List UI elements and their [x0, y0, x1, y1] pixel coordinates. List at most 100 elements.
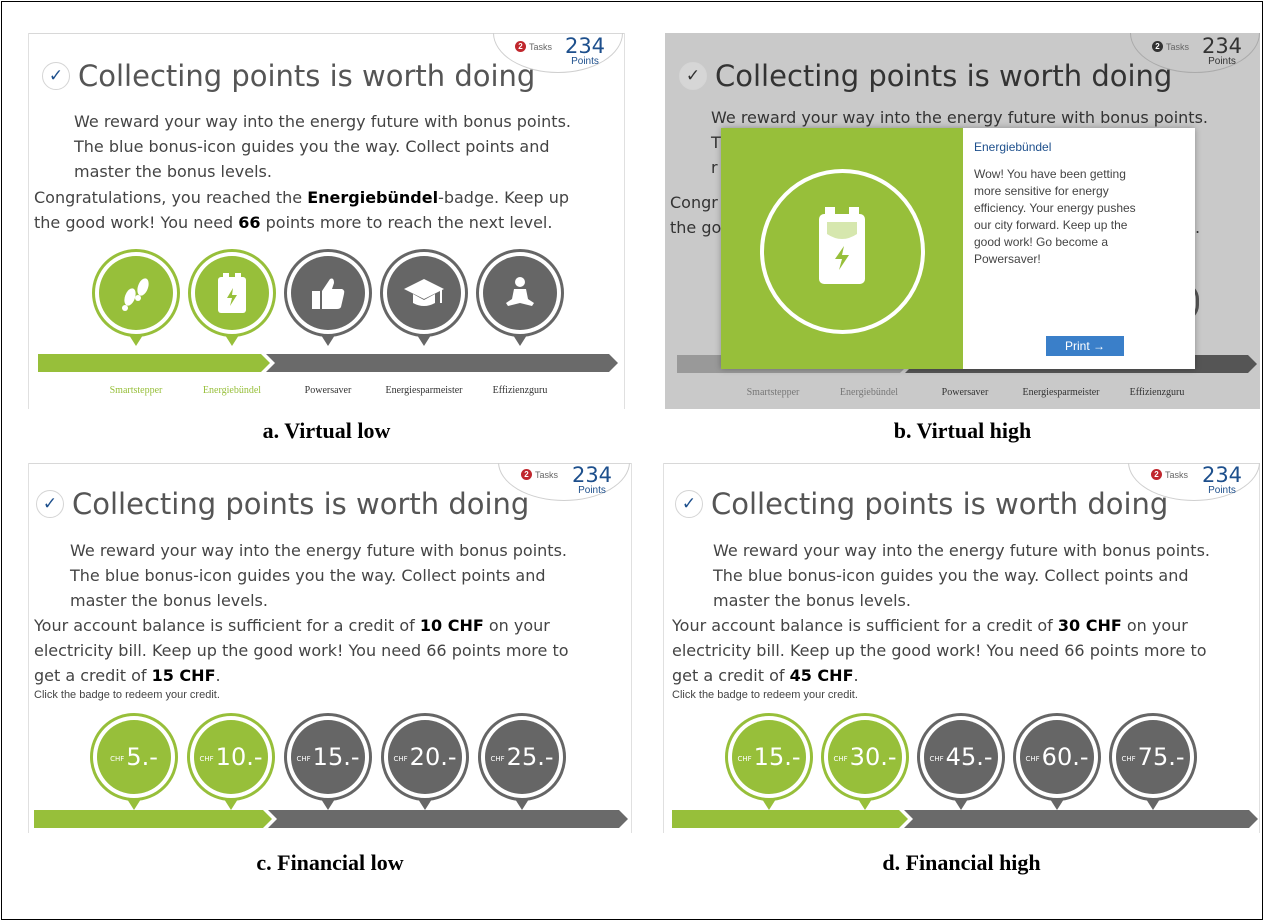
graduation-cap-icon [404, 279, 444, 306]
points-value: 234 [571, 463, 613, 487]
intro-line: master the bonus levels. [74, 162, 272, 181]
intro-line: The blue bonus-icon guides you the way. … [74, 137, 550, 156]
tasks-indicator[interactable]: 2 Tasks [1152, 41, 1189, 52]
currency-label: CHF [296, 754, 311, 763]
intro-line: We reward your way into the energy futur… [711, 108, 1208, 127]
intro-text: We reward your way into the energy futur… [70, 538, 567, 613]
level-label: Energiebündel [202, 385, 262, 396]
level-label: Energiebündel [839, 387, 899, 398]
page-title-text: Collecting points is worth doing [711, 487, 1169, 521]
modal-text: Wow! You have been getting more sensitiv… [974, 167, 1136, 266]
level-label: Effizienzguru [1129, 387, 1185, 398]
tasks-indicator[interactable]: 2 Tasks [1151, 469, 1188, 480]
background-fragment: . [1195, 218, 1201, 237]
credit-amount: 75.- [1137, 743, 1185, 771]
currency-label: CHF [929, 754, 944, 763]
tasks-label: Tasks [1165, 469, 1189, 480]
checkmark-icon: ✓ [679, 62, 707, 90]
credit-badge[interactable]: CHF 75.- [1109, 713, 1197, 810]
modal-badge-panel [721, 128, 963, 369]
credit-amount: 25.- [506, 743, 554, 771]
currency-label: CHF [393, 754, 408, 763]
tasks-count-badge: 2 [1151, 469, 1162, 480]
print-button[interactable]: Print → [1046, 336, 1124, 356]
badge-energiebundel[interactable] [188, 249, 276, 346]
page-title: ✓ Collecting points is worth doing [42, 59, 535, 93]
panel-virtual-low: 2 Tasks 234 Points ✓ Collecting points i… [28, 33, 625, 409]
intro-text: We reward your way into the energy futur… [711, 105, 1208, 130]
credit-amount: 15.- [753, 743, 801, 771]
panel-financial-high: 2 Tasks 234 Points ✓ Collecting points i… [663, 463, 1260, 833]
credit-current: 30 CHF [1057, 616, 1122, 635]
status-message: Your account balance is sufficient for a… [672, 613, 1207, 688]
tasks-count-badge: 2 [1152, 41, 1163, 52]
intro-line: We reward your way into the energy futur… [70, 541, 567, 560]
points-label: Points [571, 56, 599, 67]
tasks-indicator[interactable]: 2 Tasks [515, 41, 552, 52]
level-label: Energiesparmeister [385, 385, 463, 396]
level-label: Smartstepper [746, 387, 800, 398]
redeem-hint: Click the badge to redeem your credit. [34, 689, 220, 701]
credit-badge[interactable]: CHF 15.- [284, 713, 372, 810]
credit-next: 15 CHF [151, 666, 216, 685]
currency-label: CHF [199, 754, 214, 763]
credit-badge[interactable]: CHF 5.- [90, 713, 178, 810]
msg-text: on your [1121, 616, 1188, 635]
points-value: 234 [564, 34, 606, 58]
intro-line: We reward your way into the energy futur… [74, 112, 571, 131]
currency-label: CHF [490, 754, 505, 763]
thumbs-up-icon [312, 278, 345, 309]
msg-text: electricity bill. Keep up the good work!… [672, 641, 1207, 660]
badge-effizienzguru[interactable] [476, 249, 564, 346]
level-label: Smartstepper [109, 385, 163, 396]
msg-text: on your [483, 616, 550, 635]
page-title: ✓ Collecting points is worth doing [36, 487, 529, 521]
footsteps-icon [122, 278, 149, 311]
intro-line: We reward your way into the energy futur… [713, 541, 1210, 560]
badge-detail-modal: Energiebündel Wow! You have been getting… [721, 128, 1195, 369]
checkmark-icon: ✓ [675, 490, 703, 518]
credit-badge[interactable]: CHF 30.- [821, 713, 909, 810]
msg-text: Your account balance is sufficient for a… [672, 616, 1058, 635]
checkmark-icon: ✓ [36, 490, 64, 518]
msg-text: points more to reach the next level. [260, 213, 553, 232]
credit-amount: 15.- [312, 743, 360, 771]
background-fragment: the go [670, 218, 722, 237]
modal-title: Energiebündel [974, 140, 1052, 154]
badge-energiesparmeister[interactable] [380, 249, 468, 346]
caption-b: b. Virtual high [893, 418, 1032, 443]
credit-amount: 30.- [849, 743, 897, 771]
status-message: Congratulations, you reached the Energie… [34, 185, 569, 235]
msg-text: -badge. Keep up [438, 188, 570, 207]
intro-text: We reward your way into the energy futur… [74, 109, 571, 184]
progress-bar [672, 810, 1258, 828]
level-label: Energiesparmeister [1022, 387, 1100, 398]
credit-badge[interactable]: CHF 10.- [187, 713, 275, 810]
progress-bar [34, 810, 628, 828]
credit-badge[interactable]: CHF 45.- [917, 713, 1005, 810]
msg-text: Your account balance is sufficient for a… [34, 616, 420, 635]
intro-line: master the bonus levels. [70, 591, 268, 610]
caption-c: c. Financial low [256, 850, 404, 875]
page-title: ✓ Collecting points is worth doing [675, 487, 1168, 521]
tasks-count-badge: 2 [515, 41, 526, 52]
badge-name: Energiebündel [307, 188, 439, 207]
currency-label: CHF [1025, 754, 1040, 763]
msg-text: get a credit of [34, 666, 152, 685]
credit-amount: 45.- [945, 743, 993, 771]
tasks-label: Tasks [1166, 41, 1190, 52]
page-title-text: Collecting points is worth doing [72, 487, 530, 521]
badge-smartstepper[interactable] [92, 249, 180, 346]
progress-bar [38, 354, 618, 372]
credit-badge[interactable]: CHF 15.- [725, 713, 813, 810]
credit-badge[interactable]: CHF 25.- [478, 713, 566, 810]
points-needed: 66 [238, 213, 261, 232]
caption-d: d. Financial high [882, 850, 1041, 875]
tasks-indicator[interactable]: 2 Tasks [521, 469, 558, 480]
background-fragment: r [711, 158, 718, 177]
badge-powersaver[interactable] [284, 249, 372, 346]
credit-badge[interactable]: CHF 20.- [381, 713, 469, 810]
battery-icon [218, 273, 246, 313]
currency-label: CHF [110, 754, 125, 763]
credit-badge[interactable]: CHF 60.- [1013, 713, 1101, 810]
